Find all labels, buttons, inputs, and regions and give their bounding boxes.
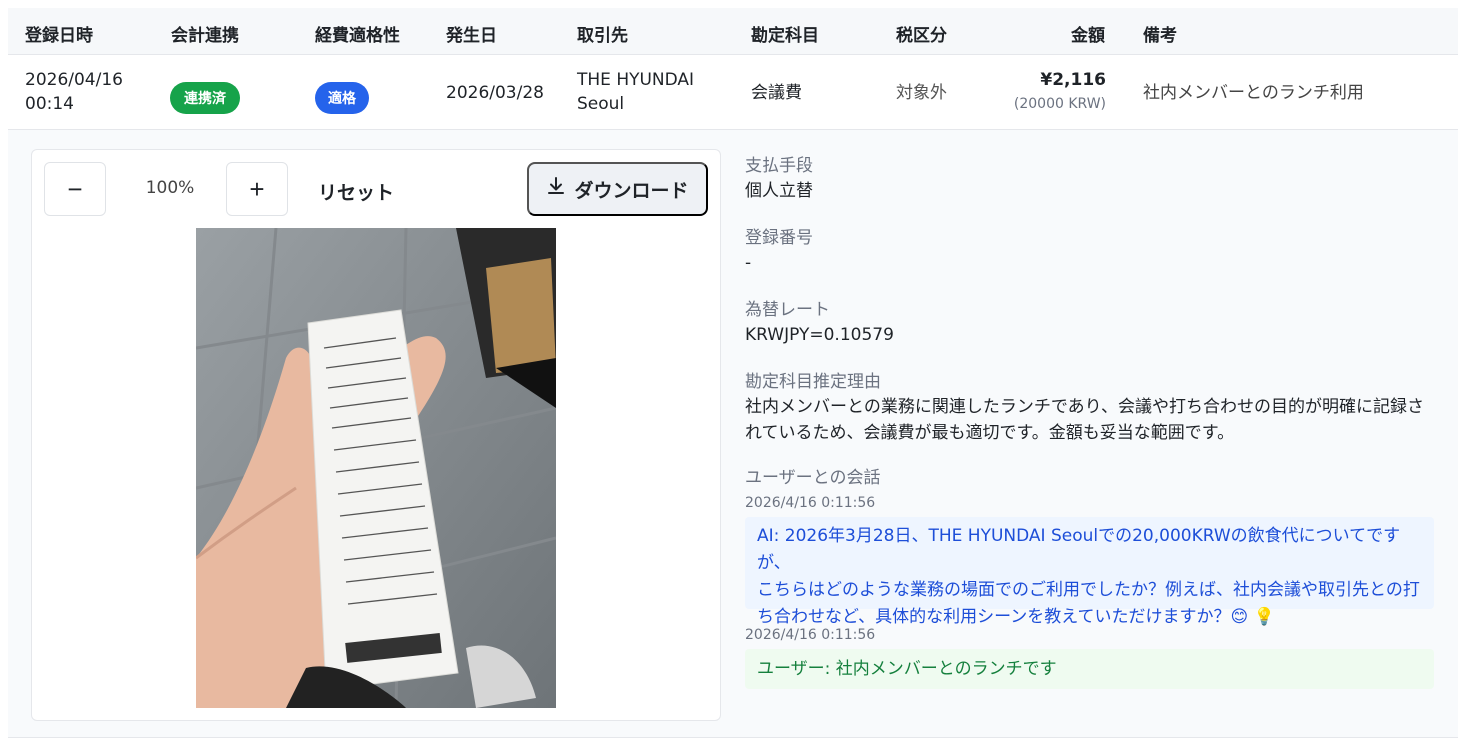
ai-message: AI: 2026年3月28日、THE HYUNDAI Seoulでの20,000… <box>745 517 1434 627</box>
header-amount[interactable]: 金額 <box>1071 21 1105 46</box>
account-reason-line2: れているため、会議費が最も適切です。金額も妥当な範囲です。 <box>745 423 1235 443</box>
account-reason-label: 勘定科目推定理由 <box>745 372 881 392</box>
account-title: 会議費 <box>751 83 802 103</box>
detail-panel: − 100% + リセット ダウンロード 支払手段 個人立替 登録番号 - 為替… <box>8 130 1458 738</box>
expense-list: 登録日時 会計連携 経費適格性 発生日 取引先 勘定科目 税区分 金額 備考 2… <box>8 8 1458 740</box>
note: 社内メンバーとのランチ利用 <box>1143 83 1364 103</box>
zoom-out-button[interactable]: − <box>44 162 106 216</box>
receipt-viewer: − 100% + リセット ダウンロード <box>31 149 721 721</box>
eligibility-badge: 適格 <box>315 82 369 114</box>
receipt-photo[interactable] <box>196 228 556 708</box>
reset-button[interactable]: リセット <box>318 178 394 205</box>
amount-jpy: ¥2,116 <box>1040 70 1106 90</box>
header-sync[interactable]: 会計連携 <box>171 21 239 46</box>
header-registered[interactable]: 登録日時 <box>25 21 93 46</box>
occurred-date: 2026/03/28 <box>446 83 544 103</box>
registered-time: 00:14 <box>25 94 74 114</box>
header-vendor[interactable]: 取引先 <box>577 21 628 46</box>
header-eligibility[interactable]: 経費適格性 <box>315 21 400 46</box>
user-message-line: ユーザー: 社内メンバーとのランチです <box>757 659 1057 679</box>
ai-message-line: こちらはどのような業務の場面でのご利用でしたか？例えば、社内会議や取引先との打 <box>757 580 1420 600</box>
table-row[interactable]: 2026/04/16 00:14 連携済 適格 2026/03/28 THE H… <box>8 55 1458 130</box>
registration-number-value: - <box>745 253 752 273</box>
tax-category: 対象外 <box>896 83 947 103</box>
ai-message-line: AI: 2026年3月28日、THE HYUNDAI Seoulでの20,000… <box>757 526 1401 573</box>
download-button[interactable]: ダウンロード <box>527 162 708 216</box>
account-reason-line1: 社内メンバーとの業務に関連したランチであり、会議や打ち合わせの目的が明確に記録さ <box>745 397 1424 417</box>
message-timestamp: 2026/4/16 0:11:56 <box>745 495 876 511</box>
registration-number-label: 登録番号 <box>745 228 813 248</box>
header-account[interactable]: 勘定科目 <box>751 21 819 46</box>
exchange-rate-label: 為替レート <box>745 300 830 320</box>
vendor-name: THE HYUNDAI <box>577 70 695 90</box>
download-icon <box>546 176 566 202</box>
zoom-level: 100% <box>145 178 195 198</box>
table-header: 登録日時 会計連携 経費適格性 発生日 取引先 勘定科目 税区分 金額 備考 <box>8 8 1458 55</box>
message-timestamp: 2026/4/16 0:11:56 <box>745 627 876 643</box>
payment-method-value: 個人立替 <box>745 181 813 201</box>
conversation-label: ユーザーとの会話 <box>745 468 881 488</box>
user-message: ユーザー: 社内メンバーとのランチです <box>745 649 1434 689</box>
zoom-in-button[interactable]: + <box>226 162 288 216</box>
registered-date: 2026/04/16 <box>25 70 123 90</box>
sync-status-badge: 連携済 <box>170 82 240 114</box>
download-label: ダウンロード <box>574 180 689 202</box>
payment-method-label: 支払手段 <box>745 156 813 176</box>
amount-original: (20000 KRW) <box>1013 96 1106 112</box>
header-date[interactable]: 発生日 <box>446 21 497 46</box>
header-tax[interactable]: 税区分 <box>896 21 947 46</box>
header-note[interactable]: 備考 <box>1143 21 1177 46</box>
vendor-city: Seoul <box>577 94 625 114</box>
exchange-rate-value: KRWJPY=0.10579 <box>745 325 894 345</box>
